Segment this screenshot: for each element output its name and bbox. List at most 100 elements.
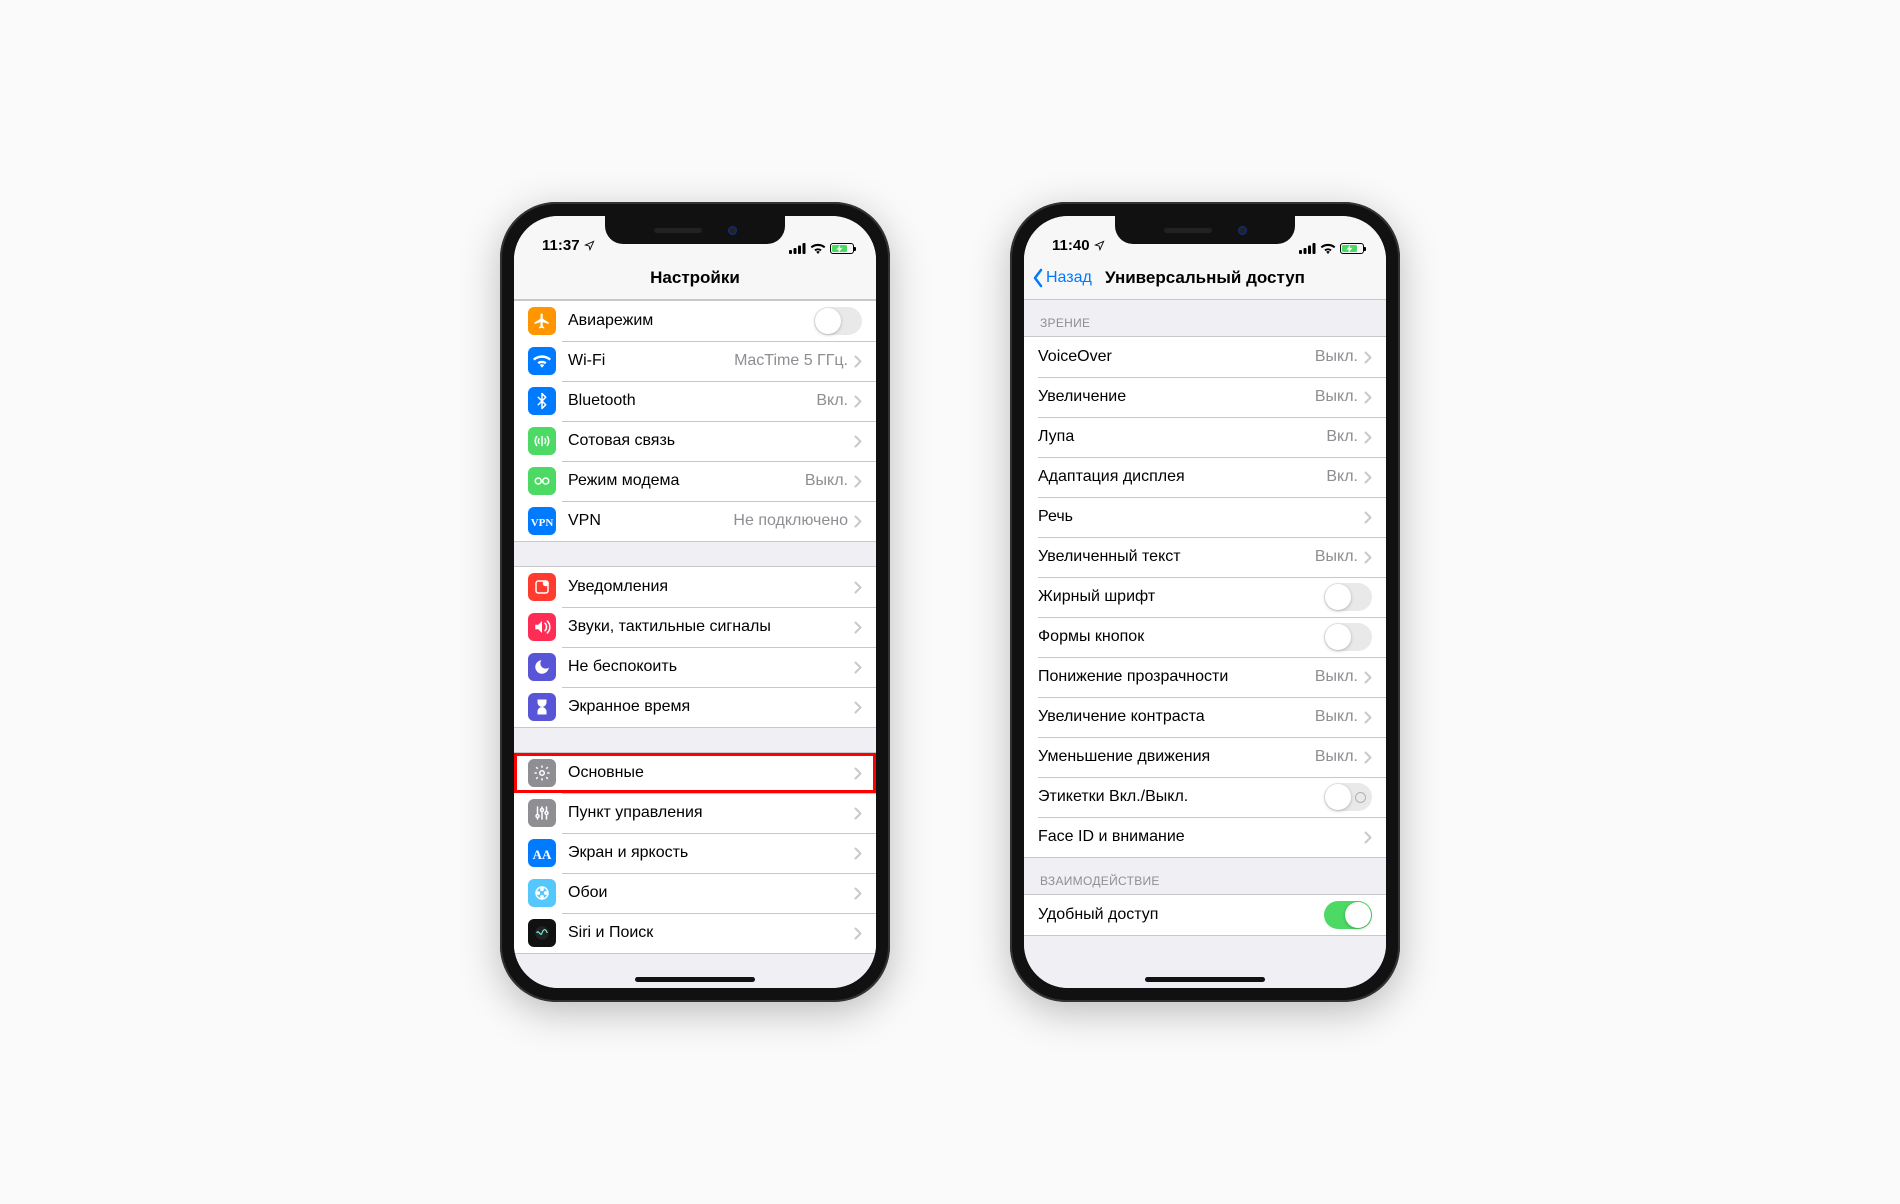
chevron-right-icon	[854, 515, 862, 528]
row-reduce-motion[interactable]: Уменьшение движенияВыкл.	[1024, 737, 1386, 777]
row-faceid-attention[interactable]: Face ID и внимание	[1024, 817, 1386, 857]
chevron-right-icon	[854, 767, 862, 780]
row-speech[interactable]: Речь	[1024, 497, 1386, 537]
notch	[1115, 216, 1295, 244]
settings-list[interactable]: Авиарежим Wi-FiMacTime 5 ГГц.BluetoothВкл…	[514, 300, 876, 988]
chevron-right-icon	[854, 807, 862, 820]
row-value: Выкл.	[1315, 748, 1358, 766]
chevron-right-icon	[1364, 751, 1372, 764]
row-dnd[interactable]: Не беспокоить	[514, 647, 876, 687]
row-value: Выкл.	[1315, 548, 1358, 566]
row-wallpaper[interactable]: Обои	[514, 873, 876, 913]
row-siri[interactable]: Siri и Поиск	[514, 913, 876, 953]
row-bold-text[interactable]: Жирный шрифт	[1024, 577, 1386, 617]
row-label: Обои	[568, 884, 854, 902]
accessibility-list[interactable]: ЗРЕНИЕVoiceOverВыкл.УвеличениеВыкл.ЛупаВ…	[1024, 300, 1386, 988]
row-value: Выкл.	[1315, 708, 1358, 726]
row-value: Вкл.	[1326, 428, 1358, 446]
row-larger-text[interactable]: Увеличенный текстВыкл.	[1024, 537, 1386, 577]
section-header: ЗРЕНИЕ	[1024, 300, 1386, 336]
row-label: Этикетки Вкл./Выкл.	[1038, 788, 1324, 806]
chevron-right-icon	[854, 887, 862, 900]
back-label: Назад	[1046, 269, 1092, 287]
wifi-icon	[528, 347, 556, 375]
row-label: Звуки, тактильные сигналы	[568, 618, 854, 636]
vpn-icon: VPN	[528, 507, 556, 535]
row-value: Вкл.	[816, 392, 848, 410]
row-screentime[interactable]: Экранное время	[514, 687, 876, 727]
signal-icon	[1299, 243, 1316, 254]
switch-onoff-labels[interactable]	[1324, 783, 1372, 811]
row-label: Увеличение	[1038, 388, 1315, 406]
row-wifi[interactable]: Wi-FiMacTime 5 ГГц.	[514, 341, 876, 381]
display-icon: AA	[528, 839, 556, 867]
row-cellular[interactable]: Сотовая связь	[514, 421, 876, 461]
row-vpn[interactable]: VPNVPNНе подключено	[514, 501, 876, 541]
airplane-icon	[528, 307, 556, 335]
chevron-right-icon	[1364, 351, 1372, 364]
row-magnifier[interactable]: ЛупаВкл.	[1024, 417, 1386, 457]
chevron-right-icon	[854, 435, 862, 448]
chevron-right-icon	[854, 581, 862, 594]
chevron-right-icon	[854, 355, 862, 368]
navbar: Назад Универсальный доступ	[1024, 256, 1386, 300]
row-display[interactable]: AAЭкран и яркость	[514, 833, 876, 873]
row-value: Выкл.	[805, 472, 848, 490]
row-label: Siri и Поиск	[568, 924, 854, 942]
settings-group: Основные Пункт управления AAЭкран и яркост…	[514, 752, 876, 954]
page-title: Универсальный доступ	[1105, 268, 1305, 288]
row-reduce-trans[interactable]: Понижение прозрачностиВыкл.	[1024, 657, 1386, 697]
switch-bold-text[interactable]	[1324, 583, 1372, 611]
signal-icon	[789, 243, 806, 254]
accessibility-group: VoiceOverВыкл.УвеличениеВыкл.ЛупаВкл.Ада…	[1024, 336, 1386, 858]
row-value: Выкл.	[1315, 348, 1358, 366]
screentime-icon	[528, 693, 556, 721]
row-control[interactable]: Пункт управления	[514, 793, 876, 833]
row-hotspot[interactable]: Режим модемаВыкл.	[514, 461, 876, 501]
row-sounds[interactable]: Звуки, тактильные сигналы	[514, 607, 876, 647]
settings-group: Уведомления Звуки, тактильные сигналы Не б…	[514, 566, 876, 728]
switch-airplane[interactable]	[814, 307, 862, 335]
row-label: Авиарежим	[568, 312, 814, 330]
location-icon	[1094, 240, 1105, 251]
row-label: Не беспокоить	[568, 658, 854, 676]
dnd-icon	[528, 653, 556, 681]
row-display-accom[interactable]: Адаптация дисплеяВкл.	[1024, 457, 1386, 497]
row-label: Жирный шрифт	[1038, 588, 1324, 606]
row-general[interactable]: Основные	[514, 753, 876, 793]
row-reachability[interactable]: Удобный доступ	[1024, 895, 1386, 935]
row-label: Уведомления	[568, 578, 854, 596]
row-label: Уменьшение движения	[1038, 748, 1315, 766]
row-label: Экранное время	[568, 698, 854, 716]
back-button[interactable]: Назад	[1032, 256, 1092, 299]
home-indicator[interactable]	[1145, 977, 1265, 982]
row-label: Пункт управления	[568, 804, 854, 822]
switch-reachability[interactable]	[1324, 901, 1372, 929]
row-bluetooth[interactable]: BluetoothВкл.	[514, 381, 876, 421]
row-button-shapes[interactable]: Формы кнопок	[1024, 617, 1386, 657]
row-value: Выкл.	[1315, 668, 1358, 686]
status-time: 11:40	[1052, 237, 1090, 254]
row-label: Сотовая связь	[568, 432, 854, 450]
navbar: Настройки	[514, 256, 876, 300]
wifi-icon	[810, 243, 826, 254]
row-increase-contrast[interactable]: Увеличение контрастаВыкл.	[1024, 697, 1386, 737]
row-zoom[interactable]: УвеличениеВыкл.	[1024, 377, 1386, 417]
row-label: Основные	[568, 764, 854, 782]
notifications-icon	[528, 573, 556, 601]
chevron-right-icon	[1364, 431, 1372, 444]
status-time: 11:37	[542, 237, 580, 254]
sounds-icon	[528, 613, 556, 641]
row-label: Face ID и внимание	[1038, 828, 1364, 846]
home-indicator[interactable]	[635, 977, 755, 982]
row-airplane[interactable]: Авиарежим	[514, 301, 876, 341]
switch-button-shapes[interactable]	[1324, 623, 1372, 651]
row-notifications[interactable]: Уведомления	[514, 567, 876, 607]
row-voiceover[interactable]: VoiceOverВыкл.	[1024, 337, 1386, 377]
battery-icon	[1340, 243, 1364, 254]
chevron-right-icon	[1364, 391, 1372, 404]
chevron-right-icon	[1364, 671, 1372, 684]
location-icon	[584, 240, 595, 251]
row-onoff-labels[interactable]: Этикетки Вкл./Выкл.	[1024, 777, 1386, 817]
control-icon	[528, 799, 556, 827]
